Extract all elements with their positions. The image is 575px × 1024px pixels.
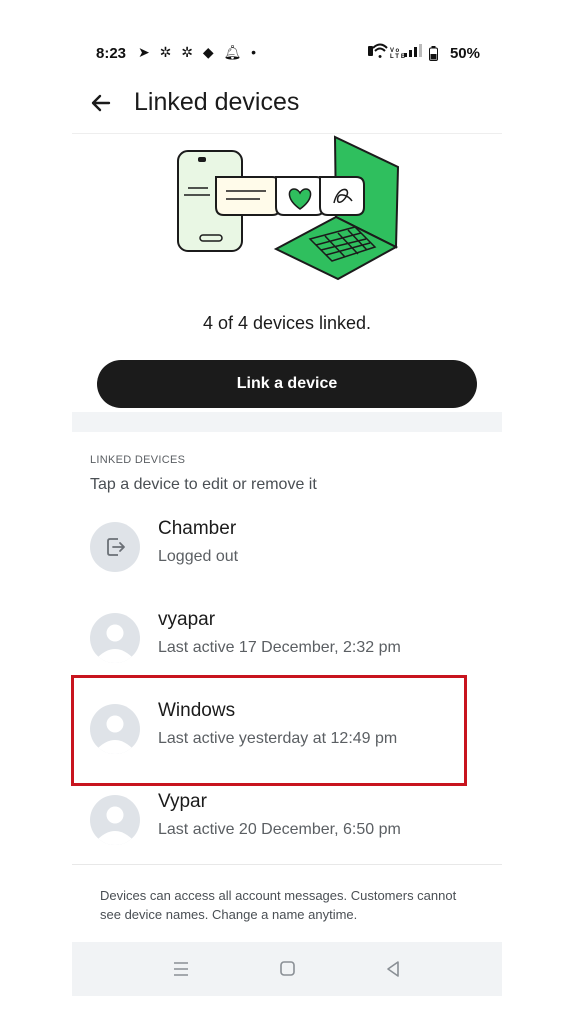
- person-icon: [98, 806, 132, 845]
- battery-icon: [429, 46, 438, 61]
- highlight-annotation-box: [71, 675, 467, 786]
- menu-icon: [174, 962, 188, 976]
- device-row-vyapar[interactable]: vyapar Last active 17 December, 2:32 pm: [72, 597, 502, 685]
- section-subtitle: Tap a device to edit or remove it: [90, 476, 317, 493]
- recent-apps-button[interactable]: [166, 956, 196, 982]
- square-icon: [280, 961, 295, 976]
- triangle-back-icon: [387, 961, 399, 977]
- link-device-button[interactable]: Link a device: [97, 360, 477, 408]
- system-nav-bar: [72, 942, 502, 996]
- device-status: Last active 20 December, 6:50 pm: [158, 821, 401, 838]
- device-avatar: [90, 613, 140, 663]
- section-header: LINKED DEVICES: [90, 454, 186, 466]
- linked-devices-illustration: [177, 135, 400, 281]
- device-avatar: [90, 522, 140, 572]
- device-status: Last active 17 December, 2:32 pm: [158, 639, 401, 656]
- page-title: Linked devices: [134, 88, 300, 116]
- device-row-chamber[interactable]: Chamber Logged out: [72, 506, 502, 594]
- device-name: Chamber: [158, 518, 237, 539]
- device-status: Logged out: [158, 548, 239, 565]
- battery-percent: 50%: [449, 45, 480, 62]
- signal-wifi-icon: Vo LTE: [368, 43, 422, 60]
- device-row-vypar[interactable]: Vypar Last active 20 December, 6:50 pm: [72, 779, 502, 867]
- connectivity-icons: Vo LTE: [366, 43, 428, 62]
- home-button[interactable]: [272, 956, 302, 982]
- devices-count-summary: 4 of 4 devices linked.: [202, 313, 372, 333]
- status-time: 8:23: [96, 45, 127, 62]
- notification-icons: ➤ ✲ ✲ ◆ 🔔︎ •: [138, 44, 260, 60]
- logout-icon: [107, 538, 125, 556]
- device-name: Vypar: [158, 791, 207, 812]
- status-bar: 8:23 ➤ ✲ ✲ ◆ 🔔︎ • Vo LTE 50%: [72, 40, 502, 68]
- divider: [72, 864, 502, 865]
- section-separator: [72, 412, 502, 432]
- app-bar: Linked devices: [72, 80, 502, 132]
- device-avatar: [90, 795, 140, 845]
- divider: [72, 133, 502, 134]
- person-icon: [98, 624, 132, 663]
- footer-note: Devices can access all account messages.…: [100, 888, 457, 922]
- device-name: vyapar: [158, 609, 216, 630]
- arrow-back-icon: [91, 94, 111, 112]
- back-nav-button[interactable]: [378, 956, 408, 982]
- back-button[interactable]: [82, 86, 118, 122]
